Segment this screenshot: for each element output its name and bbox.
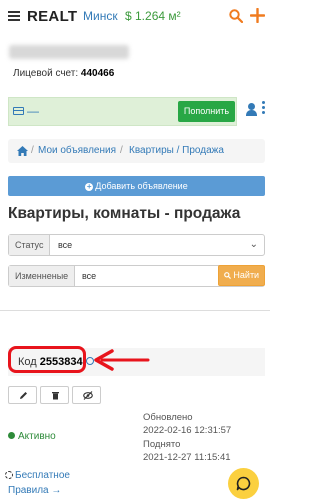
plus-icon[interactable] (250, 8, 265, 23)
logo[interactable]: REALT (27, 8, 77, 25)
pencil-icon (20, 392, 27, 399)
top-bar: REALT Минск $ 1.264 м² (0, 0, 270, 34)
arrow-annotation (94, 349, 150, 371)
code-highlight-annotation (8, 346, 86, 373)
account-number: Лицевой счет: 440466 (13, 68, 115, 79)
balance-value: — (27, 104, 39, 118)
trash-icon (52, 392, 59, 400)
changed-filter-label: Изменненые (9, 266, 75, 286)
city-selector[interactable]: Минск (83, 9, 118, 23)
chat-button[interactable] (228, 468, 259, 499)
breadcrumb-separator: / (120, 145, 123, 156)
more-vertical-icon[interactable] (262, 101, 266, 117)
divider (0, 310, 270, 311)
balance-panel: — Пополнить (8, 97, 237, 126)
breadcrumb-apartments-sale[interactable]: Квартиры / Продажа (129, 145, 224, 156)
status-active: Активно (8, 431, 56, 442)
user-name-blurred (9, 45, 129, 59)
free-listing-label: Бесплатное (5, 470, 70, 481)
status-dot-icon (8, 432, 15, 439)
edit-button[interactable] (8, 386, 37, 404)
breadcrumb: / Мои объявления / Квартиры / Продажа (8, 139, 265, 163)
status-filter[interactable]: Статус все ⌄ (8, 234, 265, 256)
listing-actions (8, 386, 101, 404)
price-rate: $ 1.264 м² (125, 9, 181, 23)
topup-button[interactable]: Пополнить (178, 101, 235, 122)
delete-button[interactable] (40, 386, 69, 404)
updated-label: Обновлено (143, 412, 193, 423)
dashed-circle-icon (5, 471, 13, 479)
status-filter-label: Статус (9, 235, 50, 255)
search-icon (224, 272, 231, 279)
plus-circle-icon: + (85, 182, 94, 191)
raised-date: 2021-12-27 11:15:41 (143, 452, 231, 463)
user-icon[interactable] (246, 103, 257, 117)
status-filter-value: все (58, 240, 73, 250)
chat-bubble-icon (236, 476, 251, 491)
page-title: Квартиры, комнаты - продажа (8, 205, 241, 222)
raised-label: Поднято (143, 439, 181, 450)
add-listing-button[interactable]: + Добавить объявление (8, 176, 265, 196)
updated-date: 2022-02-16 12:31:57 (143, 425, 232, 436)
home-icon[interactable] (17, 146, 28, 156)
breadcrumb-my-ads[interactable]: Мои объявления (38, 145, 116, 156)
rules-link[interactable]: Правила → (8, 485, 61, 496)
search-icon[interactable] (229, 9, 243, 23)
find-button[interactable]: Найти (218, 265, 265, 286)
menu-icon[interactable] (8, 11, 20, 21)
credit-card-icon (13, 107, 24, 115)
eye-slash-icon (83, 391, 93, 400)
hide-button[interactable] (72, 386, 101, 404)
chevron-down-icon: ⌄ (249, 239, 258, 250)
changed-filter-value: все (82, 271, 97, 281)
breadcrumb-separator: / (31, 145, 34, 156)
